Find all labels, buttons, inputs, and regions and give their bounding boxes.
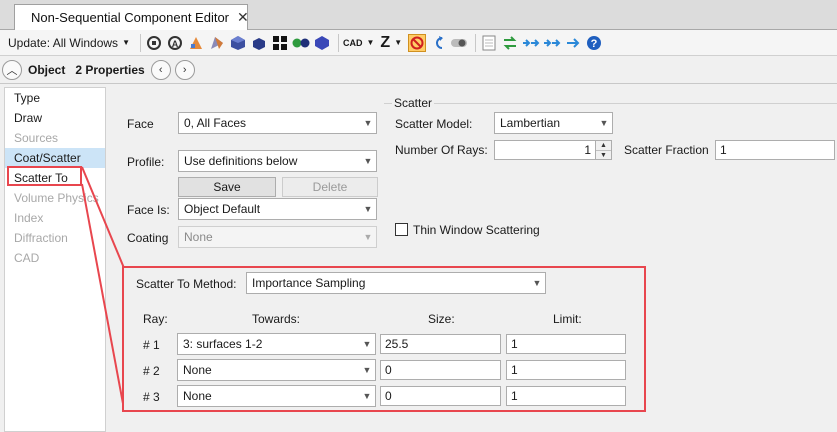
limit-field[interactable]: 1	[506, 334, 626, 354]
size-field[interactable]: 0	[380, 360, 501, 380]
chevron-down-icon: ▼	[532, 278, 542, 288]
size-header: Size:	[428, 312, 455, 326]
chevron-down-icon: ▼	[362, 339, 372, 349]
ray-row-label: # 3	[143, 390, 160, 404]
towards-dropdown[interactable]: None ▼	[177, 385, 376, 407]
ray-row-label: # 2	[143, 364, 160, 378]
limit-field[interactable]: 1	[506, 360, 626, 380]
scatter-to-method-value: Importance Sampling	[252, 276, 366, 290]
towards-header: Towards:	[252, 312, 301, 326]
towards-value: None	[183, 363, 212, 377]
scatter-to-method-dropdown[interactable]: Importance Sampling ▼	[246, 272, 546, 294]
ray-header: Ray:	[143, 312, 168, 326]
scatter-to-method-label: Scatter To Method:	[136, 277, 237, 291]
towards-dropdown[interactable]: None ▼	[177, 359, 376, 381]
towards-value: None	[183, 389, 212, 403]
towards-dropdown[interactable]: 3: surfaces 1-2 ▼	[177, 333, 376, 355]
towards-value: 3: surfaces 1-2	[183, 337, 263, 351]
chevron-down-icon: ▼	[362, 391, 372, 401]
size-field[interactable]: 25.5	[380, 334, 501, 354]
limit-header: Limit:	[553, 312, 582, 326]
chevron-down-icon: ▼	[362, 365, 372, 375]
limit-field[interactable]: 1	[506, 386, 626, 406]
ray-row-label: # 1	[143, 338, 160, 352]
size-field[interactable]: 0	[380, 386, 501, 406]
